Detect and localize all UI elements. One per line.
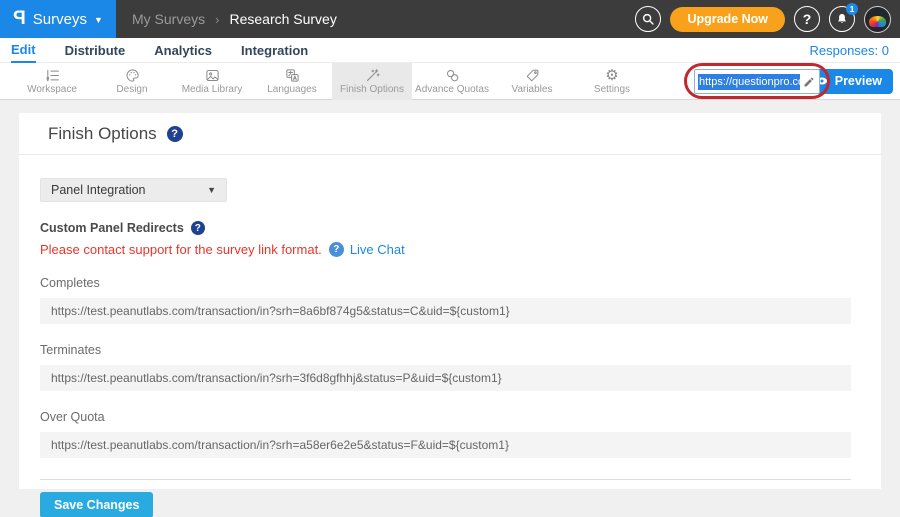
preview-label: Preview xyxy=(835,74,882,88)
design-icon xyxy=(125,68,140,83)
finish-options-card: Finish Options ? Panel Integration ▼ Cus… xyxy=(19,113,881,489)
advance-quotas-icon xyxy=(445,68,460,83)
card-header: Finish Options ? xyxy=(19,113,881,155)
tab-edit[interactable]: Edit xyxy=(11,38,36,63)
user-avatar[interactable] xyxy=(864,6,891,33)
survey-url-selected-text: https://questionpro.com/t/A xyxy=(698,74,800,90)
top-header-bar: P Surveys ▼ My Surveys › Research Survey… xyxy=(0,0,900,38)
support-notice-row: Please contact support for the survey li… xyxy=(40,242,851,257)
notifications-button[interactable]: 1 xyxy=(829,6,855,32)
tab-distribute[interactable]: Distribute xyxy=(65,38,126,63)
edit-toolbar: Workspace Design Media Library Languages xyxy=(0,63,900,100)
media-library-icon xyxy=(205,68,220,83)
edit-url-icon[interactable] xyxy=(803,76,815,88)
section-heading: Custom Panel Redirects xyxy=(40,221,184,235)
finish-options-icon xyxy=(365,68,380,83)
chevron-down-icon: ▼ xyxy=(94,15,103,25)
toolbar-item-label: Advance Quotas xyxy=(415,84,489,95)
main-content: Finish Options ? Panel Integration ▼ Cus… xyxy=(0,100,900,489)
toolbar-item-label: Variables xyxy=(512,84,553,95)
page-title: Finish Options xyxy=(48,124,157,144)
settings-icon: ⚙ xyxy=(605,68,618,83)
toolbar-item-workspace[interactable]: Workspace xyxy=(12,63,92,100)
toolbar-item-label: Finish Options xyxy=(340,84,404,95)
breadcrumb-separator: › xyxy=(215,12,219,27)
tab-analytics[interactable]: Analytics xyxy=(154,38,212,63)
over-quota-label: Over Quota xyxy=(40,410,851,424)
search-icon xyxy=(641,12,655,26)
card-body: Panel Integration ▼ Custom Panel Redirec… xyxy=(19,155,881,517)
chevron-down-icon: ▼ xyxy=(207,185,216,195)
questionpro-logo: P xyxy=(13,8,26,30)
toolbar-item-label: Media Library xyxy=(182,84,243,95)
toolbar-item-label: Languages xyxy=(267,84,317,95)
panel-select-value: Panel Integration xyxy=(51,183,146,197)
bell-icon xyxy=(835,12,849,26)
workspace-icon xyxy=(45,68,60,83)
breadcrumb-my-surveys[interactable]: My Surveys xyxy=(132,11,205,27)
completes-label: Completes xyxy=(40,276,851,290)
save-changes-button[interactable]: Save Changes xyxy=(40,492,153,517)
terminates-url-input[interactable] xyxy=(40,365,851,391)
over-quota-url-input[interactable] xyxy=(40,432,851,458)
toolbar-item-design[interactable]: Design xyxy=(92,63,172,100)
header-actions: Upgrade Now ? 1 xyxy=(635,6,900,33)
breadcrumb-current-survey: Research Survey xyxy=(229,11,336,27)
product-label: Surveys xyxy=(33,11,87,28)
divider xyxy=(40,479,851,480)
breadcrumb: My Surveys › Research Survey xyxy=(132,11,337,27)
upgrade-now-button[interactable]: Upgrade Now xyxy=(670,7,785,32)
surveys-product-menu[interactable]: P Surveys ▼ xyxy=(0,0,116,38)
toolbar-item-label: Workspace xyxy=(27,84,77,95)
finish-options-help-icon[interactable]: ? xyxy=(167,126,183,142)
survey-nav-tabs: Edit Distribute Analytics Integration Re… xyxy=(0,38,900,63)
live-chat-link[interactable]: Live Chat xyxy=(350,242,405,257)
toolbar-item-finish-options[interactable]: Finish Options xyxy=(332,63,412,100)
toolbar-item-advance-quotas[interactable]: Advance Quotas xyxy=(412,63,492,100)
toolbar-item-variables[interactable]: Variables xyxy=(492,63,572,100)
terminates-label: Terminates xyxy=(40,343,851,357)
live-chat-help-icon[interactable]: ? xyxy=(329,242,344,257)
variables-icon xyxy=(525,68,540,83)
tab-integration[interactable]: Integration xyxy=(241,38,308,63)
avatar-image xyxy=(869,16,886,27)
toolbar-item-label: Settings xyxy=(594,84,630,95)
toolbar-item-label: Design xyxy=(116,84,147,95)
custom-panel-redirects-help-icon[interactable]: ? xyxy=(191,221,205,235)
survey-url-input[interactable]: https://questionpro.com/t/A xyxy=(694,69,820,94)
support-notice: Please contact support for the survey li… xyxy=(40,242,322,257)
panel-integration-select[interactable]: Panel Integration ▼ xyxy=(40,178,227,202)
languages-icon xyxy=(285,68,300,83)
custom-panel-redirects-row: Custom Panel Redirects ? xyxy=(40,221,851,235)
responses-count[interactable]: Responses: 0 xyxy=(810,43,890,58)
toolbar-item-settings[interactable]: ⚙ Settings xyxy=(572,63,652,100)
toolbar-item-languages[interactable]: Languages xyxy=(252,63,332,100)
search-button[interactable] xyxy=(635,6,661,32)
help-button[interactable]: ? xyxy=(794,6,820,32)
help-icon: ? xyxy=(803,11,812,27)
toolbar-item-media-library[interactable]: Media Library xyxy=(172,63,252,100)
notification-badge: 1 xyxy=(846,3,858,15)
completes-url-input[interactable] xyxy=(40,298,851,324)
